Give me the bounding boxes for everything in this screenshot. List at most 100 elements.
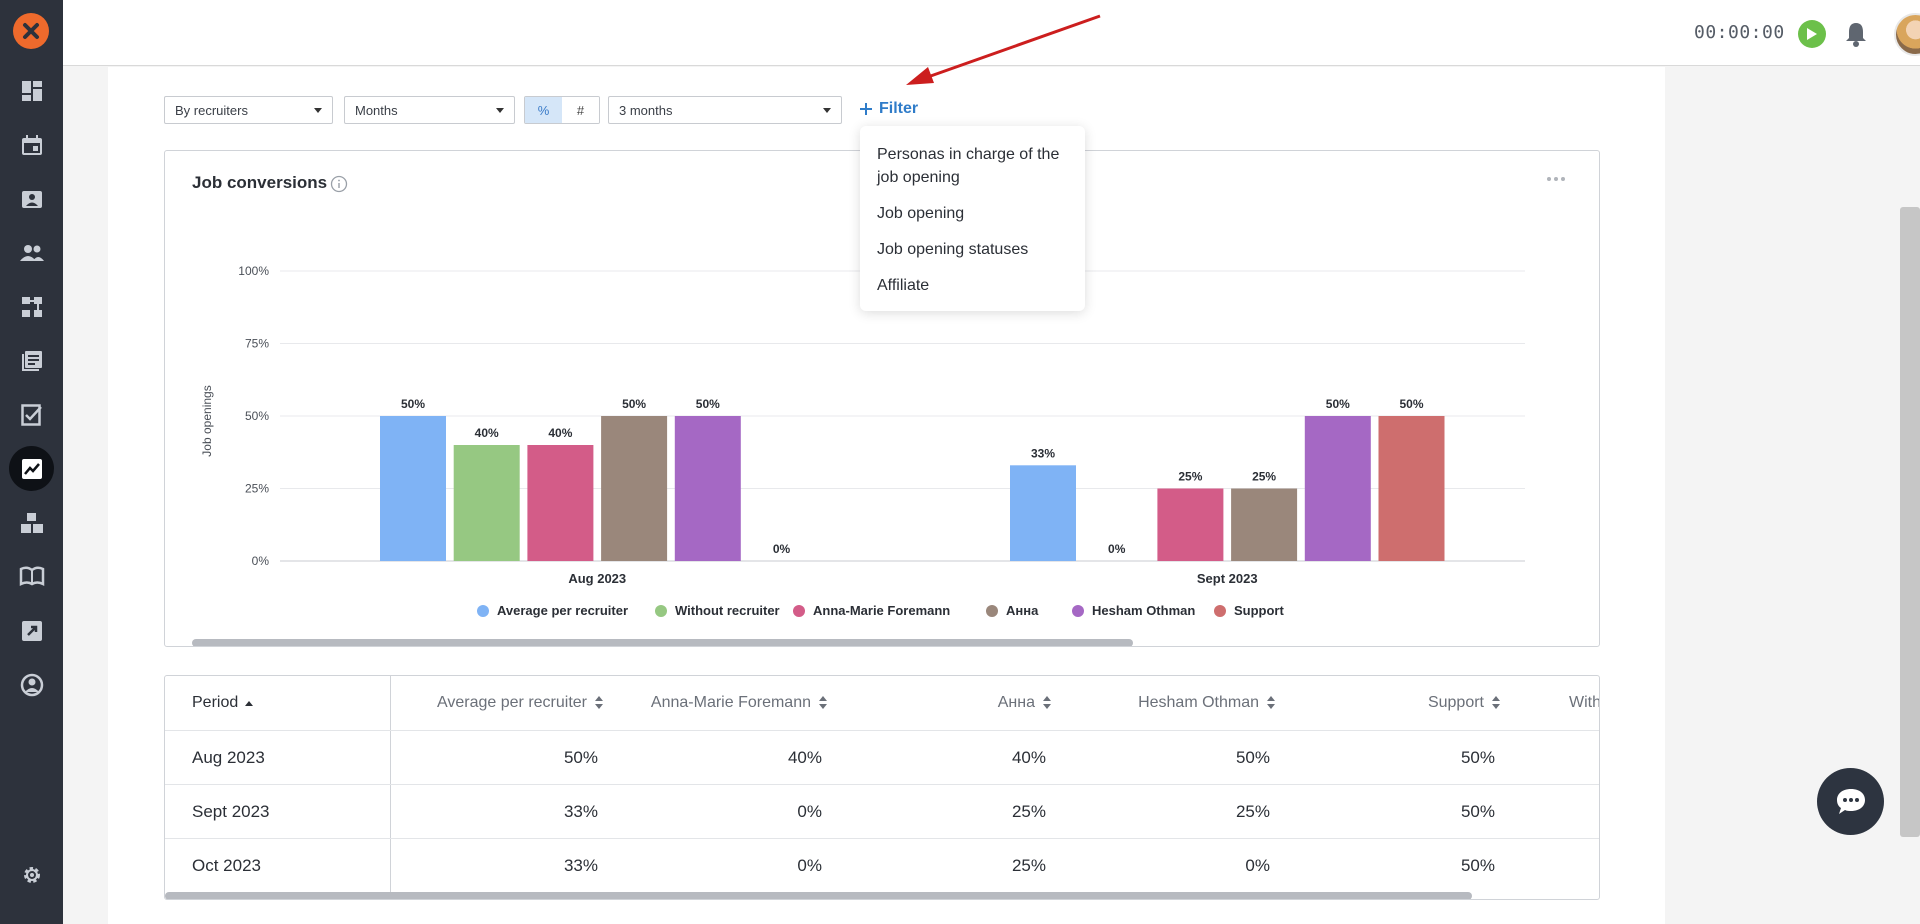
profile-icon[interactable] — [18, 671, 45, 698]
header-average-per-recruiter[interactable]: Average per recruiter — [415, 676, 603, 730]
play-timer-button[interactable] — [1798, 20, 1826, 48]
bar-data-label: 0% — [1108, 542, 1126, 556]
chevron-down-icon — [823, 107, 831, 113]
chart-horizontal-scrollbar[interactable] — [192, 639, 1133, 646]
header-anna[interactable]: Анна — [865, 676, 1051, 730]
bar — [1010, 465, 1076, 561]
bar — [380, 416, 446, 561]
legend-label: Support — [1234, 603, 1284, 618]
legend-label: Average per recruiter — [497, 603, 628, 618]
filter-option-job-opening-statuses[interactable]: Job opening statuses — [860, 235, 1085, 264]
dashboard-icon[interactable] — [18, 77, 45, 104]
group-by-select[interactable]: By recruiters — [164, 96, 333, 124]
percent-mode-button[interactable]: % — [525, 97, 562, 123]
y-axis-label: Job openings — [200, 385, 214, 456]
bar — [453, 445, 520, 561]
bar — [674, 416, 741, 561]
value-cell: 0% — [797, 802, 822, 821]
period-header[interactable]: Period — [192, 676, 372, 730]
y-tick-label: 75% — [245, 337, 269, 351]
value-mode-toggle: % # — [524, 96, 600, 124]
pipeline-icon[interactable] — [18, 293, 45, 320]
chevron-down-icon — [314, 107, 322, 113]
gear-icon[interactable] — [18, 861, 45, 888]
filter-option-affiliate[interactable]: Affiliate — [860, 271, 1085, 300]
bar — [601, 416, 668, 561]
bar — [527, 445, 594, 561]
legend-marker — [1072, 605, 1084, 617]
period-cell: Oct 2023 — [192, 856, 261, 875]
range-value: 3 months — [619, 102, 673, 118]
bar-data-label: 33% — [1031, 446, 1055, 460]
bar-data-label: 40% — [475, 426, 499, 440]
period-select[interactable]: Months — [344, 96, 515, 124]
period-header-label: Period — [192, 694, 239, 711]
sort-icon — [595, 696, 603, 710]
documents-icon[interactable] — [18, 347, 45, 374]
legend-label: Without recruiter — [675, 603, 780, 618]
table-header-row: Period Average per recruiter Anna-Marie … — [165, 676, 1599, 730]
chat-button[interactable] — [1817, 768, 1884, 835]
plus-icon — [860, 103, 872, 115]
page-scrollbar[interactable] — [1900, 207, 1920, 837]
filter-option-job-opening[interactable]: Job opening — [860, 199, 1085, 228]
job-conversions-table: Period Average per recruiter Anna-Marie … — [164, 675, 1600, 900]
value-cell: 33% — [563, 856, 598, 875]
value-cell: 25% — [1011, 802, 1046, 821]
table-row: Sept 2023 33% 0% 25% 25% 50% — [165, 784, 1599, 838]
bar-data-label: 0% — [773, 542, 791, 556]
tasks-icon[interactable] — [18, 401, 45, 428]
value-cell: 50% — [563, 748, 598, 767]
book-icon[interactable] — [18, 562, 45, 589]
value-cell: 25% — [1011, 856, 1046, 875]
bar-data-label: 25% — [1178, 470, 1202, 484]
calendar-icon[interactable] — [18, 131, 45, 158]
avatar[interactable] — [1894, 13, 1920, 56]
value-cell: 50% — [1235, 748, 1270, 767]
bell-icon[interactable] — [1843, 20, 1869, 48]
header-hesham-othman[interactable]: Hesham Othman — [1065, 676, 1275, 730]
table-row: Oct 2023 33% 0% 25% 0% 50% — [165, 838, 1599, 892]
header-support[interactable]: Support — [1315, 676, 1500, 730]
header-anna-marie-foremann[interactable]: Anna-Marie Foremann — [615, 676, 827, 730]
range-select[interactable]: 3 months — [608, 96, 842, 124]
boxes-icon[interactable] — [18, 509, 45, 536]
bar — [1231, 488, 1298, 561]
sort-icon — [1492, 696, 1500, 710]
legend-marker — [477, 605, 489, 617]
bar-data-label: 50% — [1326, 397, 1350, 411]
filter-button[interactable]: Filter — [859, 97, 918, 121]
group-by-value: By recruiters — [175, 102, 248, 118]
contact-card-icon[interactable] — [18, 185, 45, 212]
people-icon[interactable] — [18, 239, 45, 266]
sort-ascending-icon — [245, 700, 254, 706]
bar — [1304, 416, 1371, 561]
external-link-icon[interactable] — [18, 617, 45, 644]
bar — [1378, 416, 1445, 561]
header-label: Анна — [997, 694, 1035, 711]
value-cell: 33% — [563, 802, 598, 821]
table-row: Aug 2023 50% 40% 40% 50% 50% — [165, 730, 1599, 784]
period-cell: Sept 2023 — [192, 802, 270, 821]
table-horizontal-scrollbar[interactable] — [165, 892, 1472, 899]
sort-icon — [819, 696, 827, 710]
legend-marker — [793, 605, 805, 617]
filter-option-personas[interactable]: Personas in charge of the job opening — [860, 140, 1085, 192]
value-cell: 0% — [1245, 856, 1270, 875]
header-without-recruiter[interactable]: With — [1569, 676, 1599, 730]
value-cell: 25% — [1235, 802, 1270, 821]
analytics-icon[interactable] — [9, 446, 54, 491]
bar-data-label: 25% — [1252, 470, 1276, 484]
y-tick-label: 100% — [238, 264, 269, 278]
bar-data-label: 50% — [696, 397, 720, 411]
y-tick-label: 50% — [245, 409, 269, 423]
count-mode-button[interactable]: # — [562, 97, 599, 123]
app-logo-icon[interactable] — [13, 13, 49, 49]
header-label: Hesham Othman — [1138, 694, 1259, 711]
legend-marker — [655, 605, 667, 617]
bar-data-label: 40% — [548, 426, 572, 440]
value-cell: 50% — [1460, 802, 1495, 821]
value-cell: 40% — [787, 748, 822, 767]
legend-marker — [986, 605, 998, 617]
bar-data-label: 50% — [622, 397, 646, 411]
